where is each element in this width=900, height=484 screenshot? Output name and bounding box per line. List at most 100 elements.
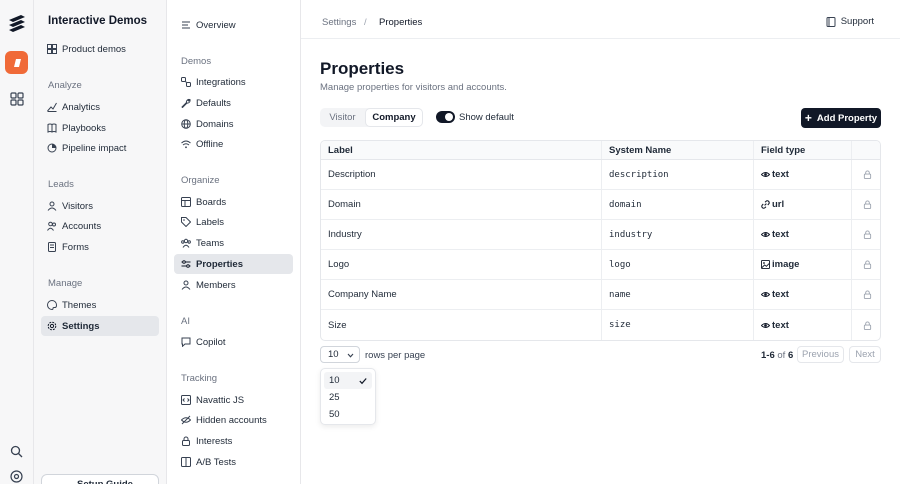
sidebar-item-analytics[interactable]: Analytics [41, 97, 159, 117]
eye-off-icon [181, 415, 191, 425]
lock-icon [863, 230, 871, 239]
section-label-analyze: Analyze [48, 80, 82, 91]
eye-icon [761, 172, 770, 177]
settings-item-overview[interactable]: Overview [174, 15, 293, 35]
apps-grid-icon[interactable] [10, 92, 24, 106]
settings-item-offline[interactable]: Offline [174, 134, 293, 154]
sidebar-item-pipeline-impact[interactable]: Pipeline impact [41, 138, 159, 158]
users-icon [47, 221, 56, 231]
tab-visitor[interactable]: Visitor [320, 108, 365, 127]
support-label: Support [840, 16, 874, 27]
lock-cell[interactable] [851, 280, 880, 309]
field-type-label: url [772, 199, 785, 210]
show-default-label: Show default [459, 112, 514, 123]
lock-icon [863, 260, 871, 269]
pagination-total: 6 [787, 350, 794, 361]
section-label-manage: Manage [48, 278, 83, 289]
tab-company[interactable]: Company [365, 108, 423, 127]
globe-icon [181, 119, 191, 129]
settings-item-label: Domains [196, 118, 234, 130]
table-row[interactable]: Description description text [321, 160, 880, 190]
plus-icon: + [804, 111, 812, 125]
page-subtitle: Manage properties for visitors and accou… [320, 82, 507, 93]
lock-cell[interactable] [851, 310, 880, 340]
lock-cell[interactable] [851, 190, 880, 219]
dropdown-option-25[interactable]: 25 [324, 389, 372, 406]
split-icon [181, 457, 191, 467]
settings-item-label: Interests [196, 435, 233, 447]
sidebar-item-product-demos[interactable]: Product demos [41, 39, 159, 59]
chat-icon [181, 337, 191, 347]
sidebar-item-playbooks[interactable]: Playbooks [41, 118, 159, 138]
cell-field-type: text [753, 160, 851, 189]
column-header-system-name[interactable]: System Name [601, 141, 753, 159]
option-label: 50 [329, 409, 340, 420]
grid-icon [47, 44, 57, 54]
settings-item-teams[interactable]: Teams [174, 233, 293, 253]
lock-cell[interactable] [851, 220, 880, 249]
sidebar-item-settings[interactable]: Settings [41, 316, 159, 336]
settings-item-hidden-accounts[interactable]: Hidden accounts [174, 410, 293, 430]
settings-item-copilot[interactable]: Copilot [174, 332, 293, 352]
settings-item-label: Integrations [196, 76, 246, 88]
cell-label: Size [328, 319, 347, 331]
cell-field-type: text [753, 220, 851, 249]
user-icon [181, 280, 191, 290]
show-default-toggle[interactable] [436, 111, 455, 123]
settings-item-domains[interactable]: Domains [174, 114, 293, 134]
cell-system-name: logo [601, 250, 753, 279]
sidebar-item-accounts[interactable]: Accounts [41, 216, 159, 236]
table-row[interactable]: Company Name name text [321, 280, 880, 310]
lock-cell[interactable] [851, 160, 880, 189]
sidebar-item-label: Themes [62, 299, 97, 311]
cell-field-type: url [753, 190, 851, 219]
settings-item-ab-tests[interactable]: A/B Tests [174, 452, 293, 472]
table-row[interactable]: Domain domain url [321, 190, 880, 220]
column-header-field-type[interactable]: Field type [753, 141, 851, 159]
cell-label: Company Name [328, 289, 397, 300]
workspace-app-icon[interactable] [5, 51, 28, 74]
rows-per-page-select[interactable]: 10 [320, 346, 360, 363]
dropdown-option-50[interactable]: 50 [324, 406, 372, 423]
settings-item-navattic-js[interactable]: Navattic JS [174, 390, 293, 410]
properties-table: Label System Name Field type Description… [320, 140, 881, 341]
section-label-organize: Organize [181, 175, 220, 186]
table-row[interactable]: Size size text [321, 310, 880, 340]
settings-item-labels[interactable]: Labels [174, 212, 293, 232]
sidebar-item-visitors[interactable]: Visitors [41, 196, 159, 216]
settings-item-integrations[interactable]: Integrations [174, 72, 293, 92]
settings-item-members[interactable]: Members [174, 275, 293, 295]
table-row[interactable]: Industry industry text [321, 220, 880, 250]
help-icon[interactable] [10, 470, 23, 483]
support-button[interactable]: Support [826, 16, 874, 27]
settings-item-label: Defaults [196, 97, 231, 109]
add-property-button[interactable]: + Add Property [801, 108, 881, 128]
settings-item-defaults[interactable]: Defaults [174, 93, 293, 113]
navattic-logo-icon[interactable] [7, 13, 27, 33]
sidebar-item-forms[interactable]: Forms [41, 237, 159, 257]
settings-item-label: Teams [196, 237, 224, 249]
link-icon [761, 200, 770, 209]
dropdown-option-10[interactable]: 10 [324, 372, 372, 389]
lock-cell[interactable] [851, 250, 880, 279]
cell-system-name: industry [601, 220, 753, 249]
gear-icon [47, 321, 57, 331]
next-button[interactable]: Next [849, 346, 881, 363]
check-icon [359, 378, 367, 385]
section-label-leads: Leads [48, 179, 74, 190]
search-icon[interactable] [10, 445, 23, 458]
table-row[interactable]: Logo logo image [321, 250, 880, 280]
rows-per-page-dropdown: 10 25 50 [320, 368, 376, 425]
workspace-title[interactable]: Interactive Demos [48, 15, 147, 27]
column-header-label[interactable]: Label [321, 141, 601, 159]
settings-item-interests[interactable]: Interests [174, 431, 293, 451]
team-icon [181, 238, 191, 248]
sidebar-item-themes[interactable]: Themes [41, 295, 159, 315]
previous-button[interactable]: Previous [797, 346, 844, 363]
setup-guide-button[interactable]: Setup Guide [41, 474, 159, 484]
settings-item-properties[interactable]: Properties [174, 254, 293, 274]
tag-icon [181, 217, 191, 227]
wifi-icon [181, 140, 191, 149]
breadcrumb-settings[interactable]: Settings [322, 17, 356, 28]
settings-item-boards[interactable]: Boards [174, 192, 293, 212]
